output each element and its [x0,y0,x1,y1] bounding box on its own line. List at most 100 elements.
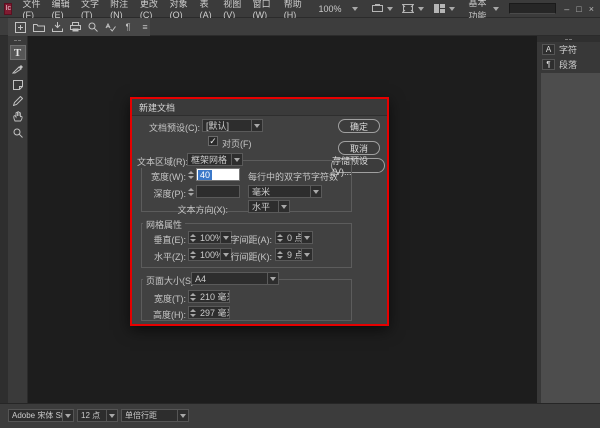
chevron-down-icon [234,157,240,162]
right-panel-dock: A 字符 ¶ 段落 [537,36,600,403]
menu-view[interactable]: 视图(V) [218,0,247,20]
chevron-down-icon [492,6,499,11]
stepper[interactable] [189,306,197,319]
view-options-dropdown[interactable] [371,2,393,15]
char-aki-label: 字间距(A): [230,235,273,245]
line-aki-select[interactable]: 9 点 [275,248,313,261]
paragraph-panel-label: 段落 [559,60,578,70]
save-icon[interactable] [52,21,63,34]
stepper[interactable] [189,231,197,244]
menu-help[interactable]: 帮助(H) [279,0,309,20]
facing-pages-label: 对页(F) [222,139,252,149]
close-button[interactable]: × [589,4,594,14]
menu-table[interactable]: 表(A) [195,0,219,20]
chevron-down-icon [281,204,287,209]
dialog-title-bar[interactable]: 新建文档 [132,99,387,116]
app-logo-icon: Ic [4,2,13,15]
hidden-characters-icon[interactable]: ¶ [123,21,133,34]
page-width-input[interactable]: 210 毫米 [188,290,230,303]
chevron-down-icon [270,276,276,281]
pencil-tool[interactable] [10,93,26,108]
chevron-down-icon [313,189,319,194]
chevron-down-icon [351,6,358,11]
menu-notes[interactable]: 附注(N) [105,0,135,20]
line-aki-label: 行间距(K): [230,252,273,262]
search-icon[interactable] [88,21,98,34]
depth-label: 深度(P): [153,189,187,199]
width-input[interactable]: 40 [196,168,240,181]
incopy-window: Ic 文件(F) 编辑(E) 文字(T) 附注(N) 更改(C) 对象(O) 表… [0,0,600,428]
search-input[interactable] [508,3,557,14]
width-stepper[interactable] [187,168,195,181]
paragraph-panel-icon: ¶ [542,59,555,70]
arrange-documents-dropdown[interactable] [433,2,455,15]
tools-panel-grip[interactable] [8,36,27,44]
page-width-label: 宽度(T): [154,294,186,304]
menu-changes[interactable]: 更改(C) [135,0,165,20]
width-label: 宽度(W): [151,172,186,182]
chevron-down-icon [254,123,260,128]
more-options-icon[interactable]: ≡ [140,21,150,34]
stepper[interactable] [189,248,197,261]
stepper[interactable] [276,231,284,244]
grid-horizontal-label: 水平(Z): [154,252,186,262]
menu-file[interactable]: 文件(F) [17,0,46,20]
chevron-down-icon [180,413,186,418]
font-family-select[interactable]: Adobe 宋体 Std [8,409,74,422]
stepper[interactable] [276,248,284,261]
grid-attributes-title: 网格属性 [143,218,186,231]
page-height-input[interactable]: 297 毫米 [188,306,230,319]
menu-object[interactable]: 对象(O) [165,0,195,20]
depth-unit-select[interactable]: 毫米 [248,185,322,198]
new-document-dialog: 新建文档 文档预设(C): [默认] ✓ 对页(F) 确定 取消 存储预设(V)… [130,97,389,326]
preset-select[interactable]: [默认] [202,119,263,132]
direction-select[interactable]: 水平 [248,200,290,213]
stepper[interactable] [189,290,197,303]
text-area-select[interactable]: 框架网格 [187,153,243,166]
chevron-down-icon [417,6,424,11]
zoom-level-value: 100% [318,3,342,14]
type-tool[interactable]: T [9,45,26,60]
left-dock-strip [0,36,8,403]
arrange-documents-icon [433,2,446,15]
character-panel-label: 字符 [559,45,578,55]
chevron-down-icon [304,235,310,240]
depth-stepper[interactable] [187,185,195,198]
note-tool[interactable] [10,77,26,92]
hand-tool[interactable] [10,109,26,124]
zoom-level-select[interactable]: 100% [314,3,361,15]
chevron-down-icon [386,6,393,11]
status-bar: Adobe 宋体 Std 12 点 单倍行距 F: H: T: T 无信息 [0,403,600,428]
screen-mode-icon [402,2,415,15]
character-panel-icon: A [542,44,555,55]
cancel-button[interactable]: 取消 [338,141,380,155]
menu-type[interactable]: 文字(T) [76,0,105,20]
depth-input[interactable] [196,185,240,198]
font-size-select[interactable]: 12 点 [77,409,118,422]
page-height-label: 高度(H): [153,310,186,320]
view-options-icon [371,2,384,15]
ok-button[interactable]: 确定 [338,119,380,133]
print-icon[interactable] [70,21,81,34]
open-folder-icon[interactable] [33,21,45,34]
leading-select[interactable]: 单倍行距 [121,409,189,422]
character-panel-button[interactable]: A 字符 [537,42,600,57]
minimize-button[interactable]: – [564,4,569,14]
page-size-select[interactable]: A4 [191,272,279,285]
track-changes-tool[interactable] [10,61,26,76]
screen-mode-dropdown[interactable] [402,2,424,15]
zoom-tool[interactable] [10,125,26,140]
menu-window[interactable]: 窗口(W) [248,0,279,20]
text-area-label: 文本区域(R): [134,155,191,168]
char-aki-select[interactable]: 0 点 [275,231,313,244]
grid-vertical-label: 垂直(E): [153,235,187,245]
chevron-down-icon [304,252,310,257]
maximize-button[interactable]: □ [576,4,581,14]
facing-pages-checkbox[interactable]: ✓ [208,136,218,146]
new-document-icon[interactable] [15,21,26,34]
paragraph-panel-button[interactable]: ¶ 段落 [537,57,600,72]
spell-check-icon[interactable] [105,21,116,34]
width-hint: 每行中的双字节字符数 [248,172,339,182]
menubar: Ic 文件(F) 编辑(E) 文字(T) 附注(N) 更改(C) 对象(O) 表… [0,0,600,21]
menu-edit[interactable]: 编辑(E) [47,0,76,20]
